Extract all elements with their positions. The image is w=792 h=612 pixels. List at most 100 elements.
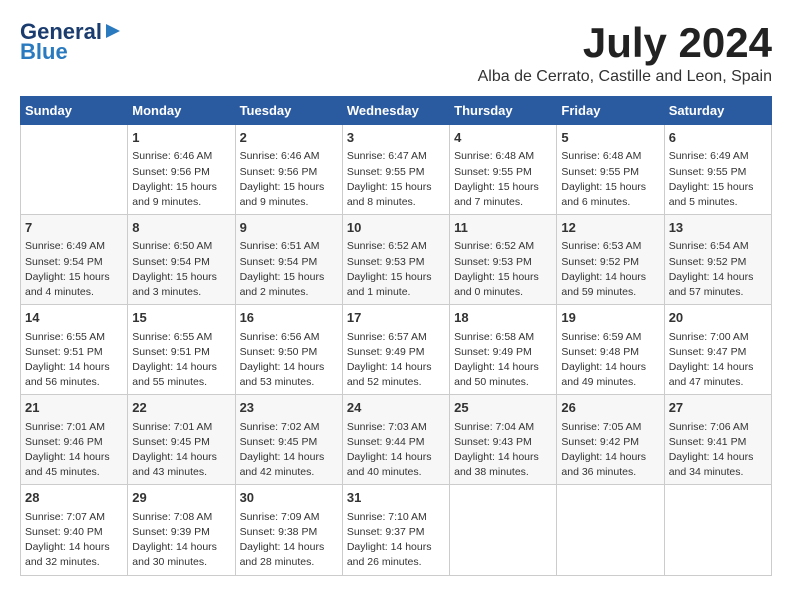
day-info: Sunrise: 7:01 AM Sunset: 9:46 PM Dayligh… <box>25 420 123 481</box>
calendar-cell: 18 Sunrise: 6:58 AM Sunset: 9:49 PM Dayli… <box>450 305 557 395</box>
day-number: 19 <box>561 309 659 327</box>
day-info: Sunrise: 6:52 AM Sunset: 9:53 PM Dayligh… <box>454 239 552 300</box>
day-info: Sunrise: 6:54 AM Sunset: 9:52 PM Dayligh… <box>669 239 767 300</box>
day-info: Sunrise: 6:48 AM Sunset: 9:55 PM Dayligh… <box>454 149 552 210</box>
header-thursday: Thursday <box>450 97 557 125</box>
day-info: Sunrise: 7:08 AM Sunset: 9:39 PM Dayligh… <box>132 510 230 571</box>
day-number: 1 <box>132 129 230 147</box>
day-number: 31 <box>347 489 445 507</box>
day-info: Sunrise: 6:46 AM Sunset: 9:56 PM Dayligh… <box>132 149 230 210</box>
day-number: 15 <box>132 309 230 327</box>
day-number: 28 <box>25 489 123 507</box>
calendar-cell: 9 Sunrise: 6:51 AM Sunset: 9:54 PM Daylig… <box>235 215 342 305</box>
day-info: Sunrise: 6:47 AM Sunset: 9:55 PM Dayligh… <box>347 149 445 210</box>
calendar-cell: 28Sunrise: 7:07 AM Sunset: 9:40 PM Dayli… <box>21 485 128 575</box>
day-info: Sunrise: 7:05 AM Sunset: 9:42 PM Dayligh… <box>561 420 659 481</box>
day-number: 9 <box>240 219 338 237</box>
day-info: Sunrise: 6:53 AM Sunset: 9:52 PM Dayligh… <box>561 239 659 300</box>
calendar-cell: 13 Sunrise: 6:54 AM Sunset: 9:52 PM Dayli… <box>664 215 771 305</box>
calendar-cell <box>557 485 664 575</box>
calendar-week-4: 21 Sunrise: 7:01 AM Sunset: 9:46 PM Dayli… <box>21 395 772 485</box>
calendar-cell: 4Sunrise: 6:48 AM Sunset: 9:55 PM Daylig… <box>450 125 557 215</box>
calendar-cell: 7Sunrise: 6:49 AM Sunset: 9:54 PM Daylig… <box>21 215 128 305</box>
day-info: Sunrise: 6:59 AM Sunset: 9:48 PM Dayligh… <box>561 330 659 391</box>
day-number: 21 <box>25 399 123 417</box>
day-number: 26 <box>561 399 659 417</box>
day-info: Sunrise: 6:46 AM Sunset: 9:56 PM Dayligh… <box>240 149 338 210</box>
day-info: Sunrise: 6:58 AM Sunset: 9:49 PM Dayligh… <box>454 330 552 391</box>
day-info: Sunrise: 6:49 AM Sunset: 9:55 PM Dayligh… <box>669 149 767 210</box>
calendar-cell: 29 Sunrise: 7:08 AM Sunset: 9:39 PM Dayli… <box>128 485 235 575</box>
header-wednesday: Wednesday <box>342 97 449 125</box>
day-number: 18 <box>454 309 552 327</box>
day-number: 2 <box>240 129 338 147</box>
calendar-week-5: 28Sunrise: 7:07 AM Sunset: 9:40 PM Dayli… <box>21 485 772 575</box>
day-number: 10 <box>347 219 445 237</box>
day-info: Sunrise: 7:03 AM Sunset: 9:44 PM Dayligh… <box>347 420 445 481</box>
calendar-cell <box>450 485 557 575</box>
header-friday: Friday <box>557 97 664 125</box>
calendar-cell: 8 Sunrise: 6:50 AM Sunset: 9:54 PM Daylig… <box>128 215 235 305</box>
calendar-cell: 19 Sunrise: 6:59 AM Sunset: 9:48 PM Dayli… <box>557 305 664 395</box>
calendar-cell: 2 Sunrise: 6:46 AM Sunset: 9:56 PM Daylig… <box>235 125 342 215</box>
day-number: 16 <box>240 309 338 327</box>
day-info: Sunrise: 6:55 AM Sunset: 9:51 PM Dayligh… <box>132 330 230 391</box>
day-info: Sunrise: 7:02 AM Sunset: 9:45 PM Dayligh… <box>240 420 338 481</box>
calendar-table: SundayMondayTuesdayWednesdayThursdayFrid… <box>20 96 772 575</box>
calendar-cell: 6 Sunrise: 6:49 AM Sunset: 9:55 PM Daylig… <box>664 125 771 215</box>
calendar-cell: 30 Sunrise: 7:09 AM Sunset: 9:38 PM Dayli… <box>235 485 342 575</box>
calendar-cell: 24 Sunrise: 7:03 AM Sunset: 9:44 PM Dayli… <box>342 395 449 485</box>
day-number: 13 <box>669 219 767 237</box>
day-number: 20 <box>669 309 767 327</box>
header-saturday: Saturday <box>664 97 771 125</box>
day-info: Sunrise: 6:52 AM Sunset: 9:53 PM Dayligh… <box>347 239 445 300</box>
calendar-cell: 25 Sunrise: 7:04 AM Sunset: 9:43 PM Dayli… <box>450 395 557 485</box>
calendar-cell: 26 Sunrise: 7:05 AM Sunset: 9:42 PM Dayli… <box>557 395 664 485</box>
day-number: 5 <box>561 129 659 147</box>
day-number: 25 <box>454 399 552 417</box>
day-info: Sunrise: 7:10 AM Sunset: 9:37 PM Dayligh… <box>347 510 445 571</box>
header-sunday: Sunday <box>21 97 128 125</box>
calendar-week-2: 7Sunrise: 6:49 AM Sunset: 9:54 PM Daylig… <box>21 215 772 305</box>
day-info: Sunrise: 6:50 AM Sunset: 9:54 PM Dayligh… <box>132 239 230 300</box>
location: Alba de Cerrato, Castille and Leon, Spai… <box>478 68 772 86</box>
header-tuesday: Tuesday <box>235 97 342 125</box>
day-number: 8 <box>132 219 230 237</box>
calendar-cell: 3 Sunrise: 6:47 AM Sunset: 9:55 PM Daylig… <box>342 125 449 215</box>
calendar-cell: 10 Sunrise: 6:52 AM Sunset: 9:53 PM Dayli… <box>342 215 449 305</box>
calendar-cell: 1 Sunrise: 6:46 AM Sunset: 9:56 PM Daylig… <box>128 125 235 215</box>
day-info: Sunrise: 6:57 AM Sunset: 9:49 PM Dayligh… <box>347 330 445 391</box>
calendar-cell: 27 Sunrise: 7:06 AM Sunset: 9:41 PM Dayli… <box>664 395 771 485</box>
day-number: 12 <box>561 219 659 237</box>
day-number: 30 <box>240 489 338 507</box>
calendar-cell: 17 Sunrise: 6:57 AM Sunset: 9:49 PM Dayli… <box>342 305 449 395</box>
day-number: 23 <box>240 399 338 417</box>
calendar-cell: 31 Sunrise: 7:10 AM Sunset: 9:37 PM Dayli… <box>342 485 449 575</box>
day-info: Sunrise: 6:51 AM Sunset: 9:54 PM Dayligh… <box>240 239 338 300</box>
calendar-cell: 12 Sunrise: 6:53 AM Sunset: 9:52 PM Dayli… <box>557 215 664 305</box>
day-info: Sunrise: 7:00 AM Sunset: 9:47 PM Dayligh… <box>669 330 767 391</box>
day-number: 7 <box>25 219 123 237</box>
day-number: 24 <box>347 399 445 417</box>
day-info: Sunrise: 7:06 AM Sunset: 9:41 PM Dayligh… <box>669 420 767 481</box>
day-number: 27 <box>669 399 767 417</box>
calendar-cell <box>664 485 771 575</box>
day-number: 22 <box>132 399 230 417</box>
calendar-cell: 15 Sunrise: 6:55 AM Sunset: 9:51 PM Dayli… <box>128 305 235 395</box>
logo-blue-text: Blue <box>20 40 68 64</box>
day-info: Sunrise: 7:04 AM Sunset: 9:43 PM Dayligh… <box>454 420 552 481</box>
calendar-cell: 22 Sunrise: 7:01 AM Sunset: 9:45 PM Dayli… <box>128 395 235 485</box>
day-number: 3 <box>347 129 445 147</box>
day-info: Sunrise: 7:01 AM Sunset: 9:45 PM Dayligh… <box>132 420 230 481</box>
calendar-cell: 11Sunrise: 6:52 AM Sunset: 9:53 PM Dayli… <box>450 215 557 305</box>
calendar-cell: 23 Sunrise: 7:02 AM Sunset: 9:45 PM Dayli… <box>235 395 342 485</box>
day-number: 29 <box>132 489 230 507</box>
calendar-cell <box>21 125 128 215</box>
title-area: July 2024 Alba de Cerrato, Castille and … <box>478 20 772 86</box>
day-number: 6 <box>669 129 767 147</box>
calendar-cell: 5 Sunrise: 6:48 AM Sunset: 9:55 PM Daylig… <box>557 125 664 215</box>
day-info: Sunrise: 7:09 AM Sunset: 9:38 PM Dayligh… <box>240 510 338 571</box>
day-info: Sunrise: 6:48 AM Sunset: 9:55 PM Dayligh… <box>561 149 659 210</box>
month-year: July 2024 <box>478 20 772 66</box>
day-number: 17 <box>347 309 445 327</box>
